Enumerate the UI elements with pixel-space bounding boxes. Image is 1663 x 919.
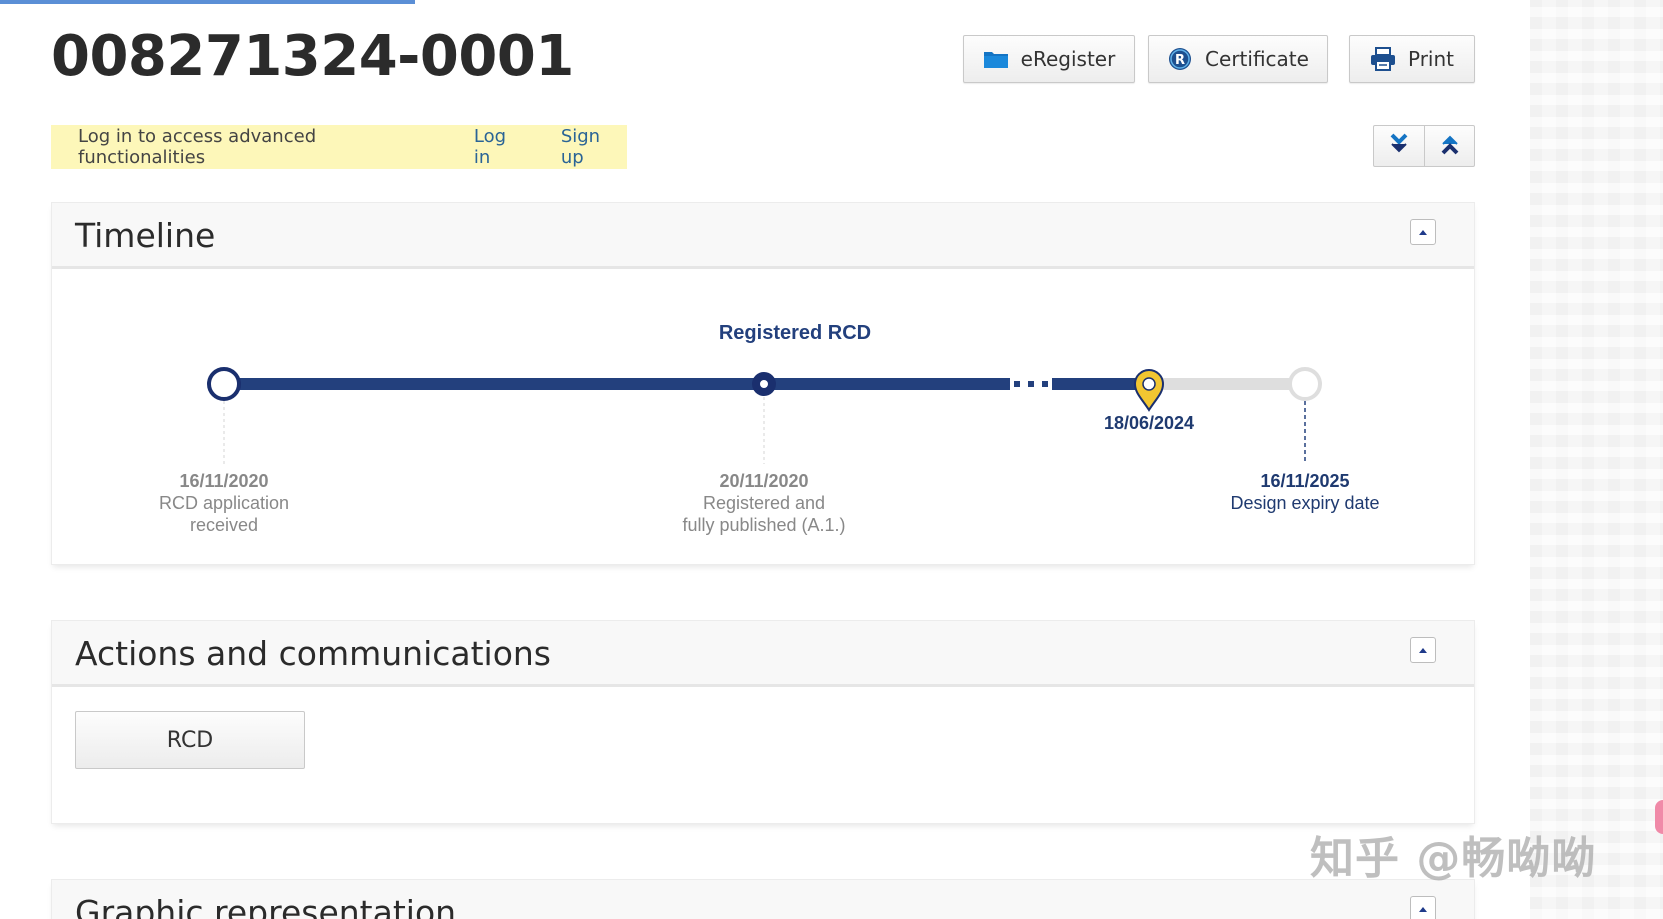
actions-collapse-button[interactable] [1410, 637, 1436, 663]
event-date: 16/11/2025 [1260, 471, 1350, 491]
event-description: RCD application [158, 493, 290, 513]
current-date: 18/06/2024 [1103, 413, 1195, 433]
collapse-panel-icon [1419, 229, 1427, 235]
collapse-panel-icon [1419, 906, 1427, 912]
print-button[interactable]: Print [1349, 35, 1475, 83]
login-banner-message: Log in to access advanced functionalitie… [78, 126, 317, 168]
certificate-label: Certificate [1205, 47, 1309, 71]
rcd-button[interactable]: RCD [75, 711, 305, 769]
svg-text:R: R [1175, 53, 1185, 68]
actions-title: Actions and communications [75, 634, 552, 673]
print-label: Print [1407, 47, 1454, 71]
event-date: 20/11/2020 [719, 471, 809, 491]
graphic-panel-header: Graphic representation [52, 880, 1474, 919]
timeline-panel: Timeline Registered RCD 16/11/2020 RCD a… [51, 202, 1475, 565]
event-description: received [189, 515, 259, 535]
printer-icon [1370, 47, 1396, 71]
registered-icon: R [1167, 46, 1193, 72]
event-description: Registered and [702, 493, 826, 513]
actions-panel: Actions and communications RCD [51, 620, 1475, 824]
timeline-collapse-button[interactable] [1410, 219, 1436, 245]
timeline-area: Registered RCD 16/11/2020 RCD applicatio… [52, 269, 1474, 559]
event-marker-application[interactable] [207, 367, 241, 401]
side-floating-tab[interactable] [1655, 800, 1663, 834]
timeline-panel-header: Timeline [52, 203, 1474, 269]
watermark: 知乎 @畅呦呦 [1310, 833, 1597, 884]
signup-link[interactable]: Sign up [561, 126, 627, 168]
eregister-button[interactable]: eRegister [963, 35, 1135, 83]
gap-dot [1042, 381, 1048, 387]
eregister-label: eRegister [1020, 47, 1116, 71]
timeline-title: Timeline [75, 216, 216, 255]
right-background-panel [1530, 0, 1663, 919]
graphic-title: Graphic representation [75, 893, 457, 919]
event-description: fully published (A.1.) [682, 515, 846, 535]
certificate-button[interactable]: R Certificate [1148, 35, 1328, 83]
event-label-expiry: 16/11/2025 Design expiry date [1185, 470, 1425, 514]
event-label-registered: 20/11/2020 Registered and fully publishe… [644, 470, 884, 536]
folder-icon [983, 49, 1009, 69]
current-date-pin-core [1142, 377, 1156, 391]
top-accent-line [0, 0, 415, 4]
event-marker-expiry[interactable] [1288, 367, 1322, 401]
graphic-collapse-button[interactable] [1410, 896, 1436, 919]
event-label-application: 16/11/2020 RCD application received [124, 470, 324, 536]
graphic-panel: Graphic representation [51, 879, 1475, 919]
expand-collapse-group [1373, 125, 1475, 167]
event-marker-registered-core [760, 380, 768, 388]
actions-panel-header: Actions and communications [52, 621, 1474, 687]
event-description: Design expiry date [1230, 493, 1380, 513]
gap-dot [1028, 381, 1034, 387]
login-banner: Log in to access advanced functionalitie… [51, 125, 627, 169]
collapse-all-button[interactable] [1424, 126, 1474, 166]
collapse-panel-icon [1419, 647, 1427, 653]
expand-all-icon [1390, 133, 1408, 159]
login-link[interactable]: Log in [474, 126, 527, 168]
collapse-all-icon [1441, 133, 1459, 159]
event-date: 16/11/2020 [179, 471, 269, 491]
expand-all-button[interactable] [1374, 126, 1424, 166]
current-date-label: 18/06/2024 [1049, 412, 1249, 434]
gap-dot [1014, 381, 1020, 387]
page-title: 008271324-0001 [51, 24, 574, 89]
